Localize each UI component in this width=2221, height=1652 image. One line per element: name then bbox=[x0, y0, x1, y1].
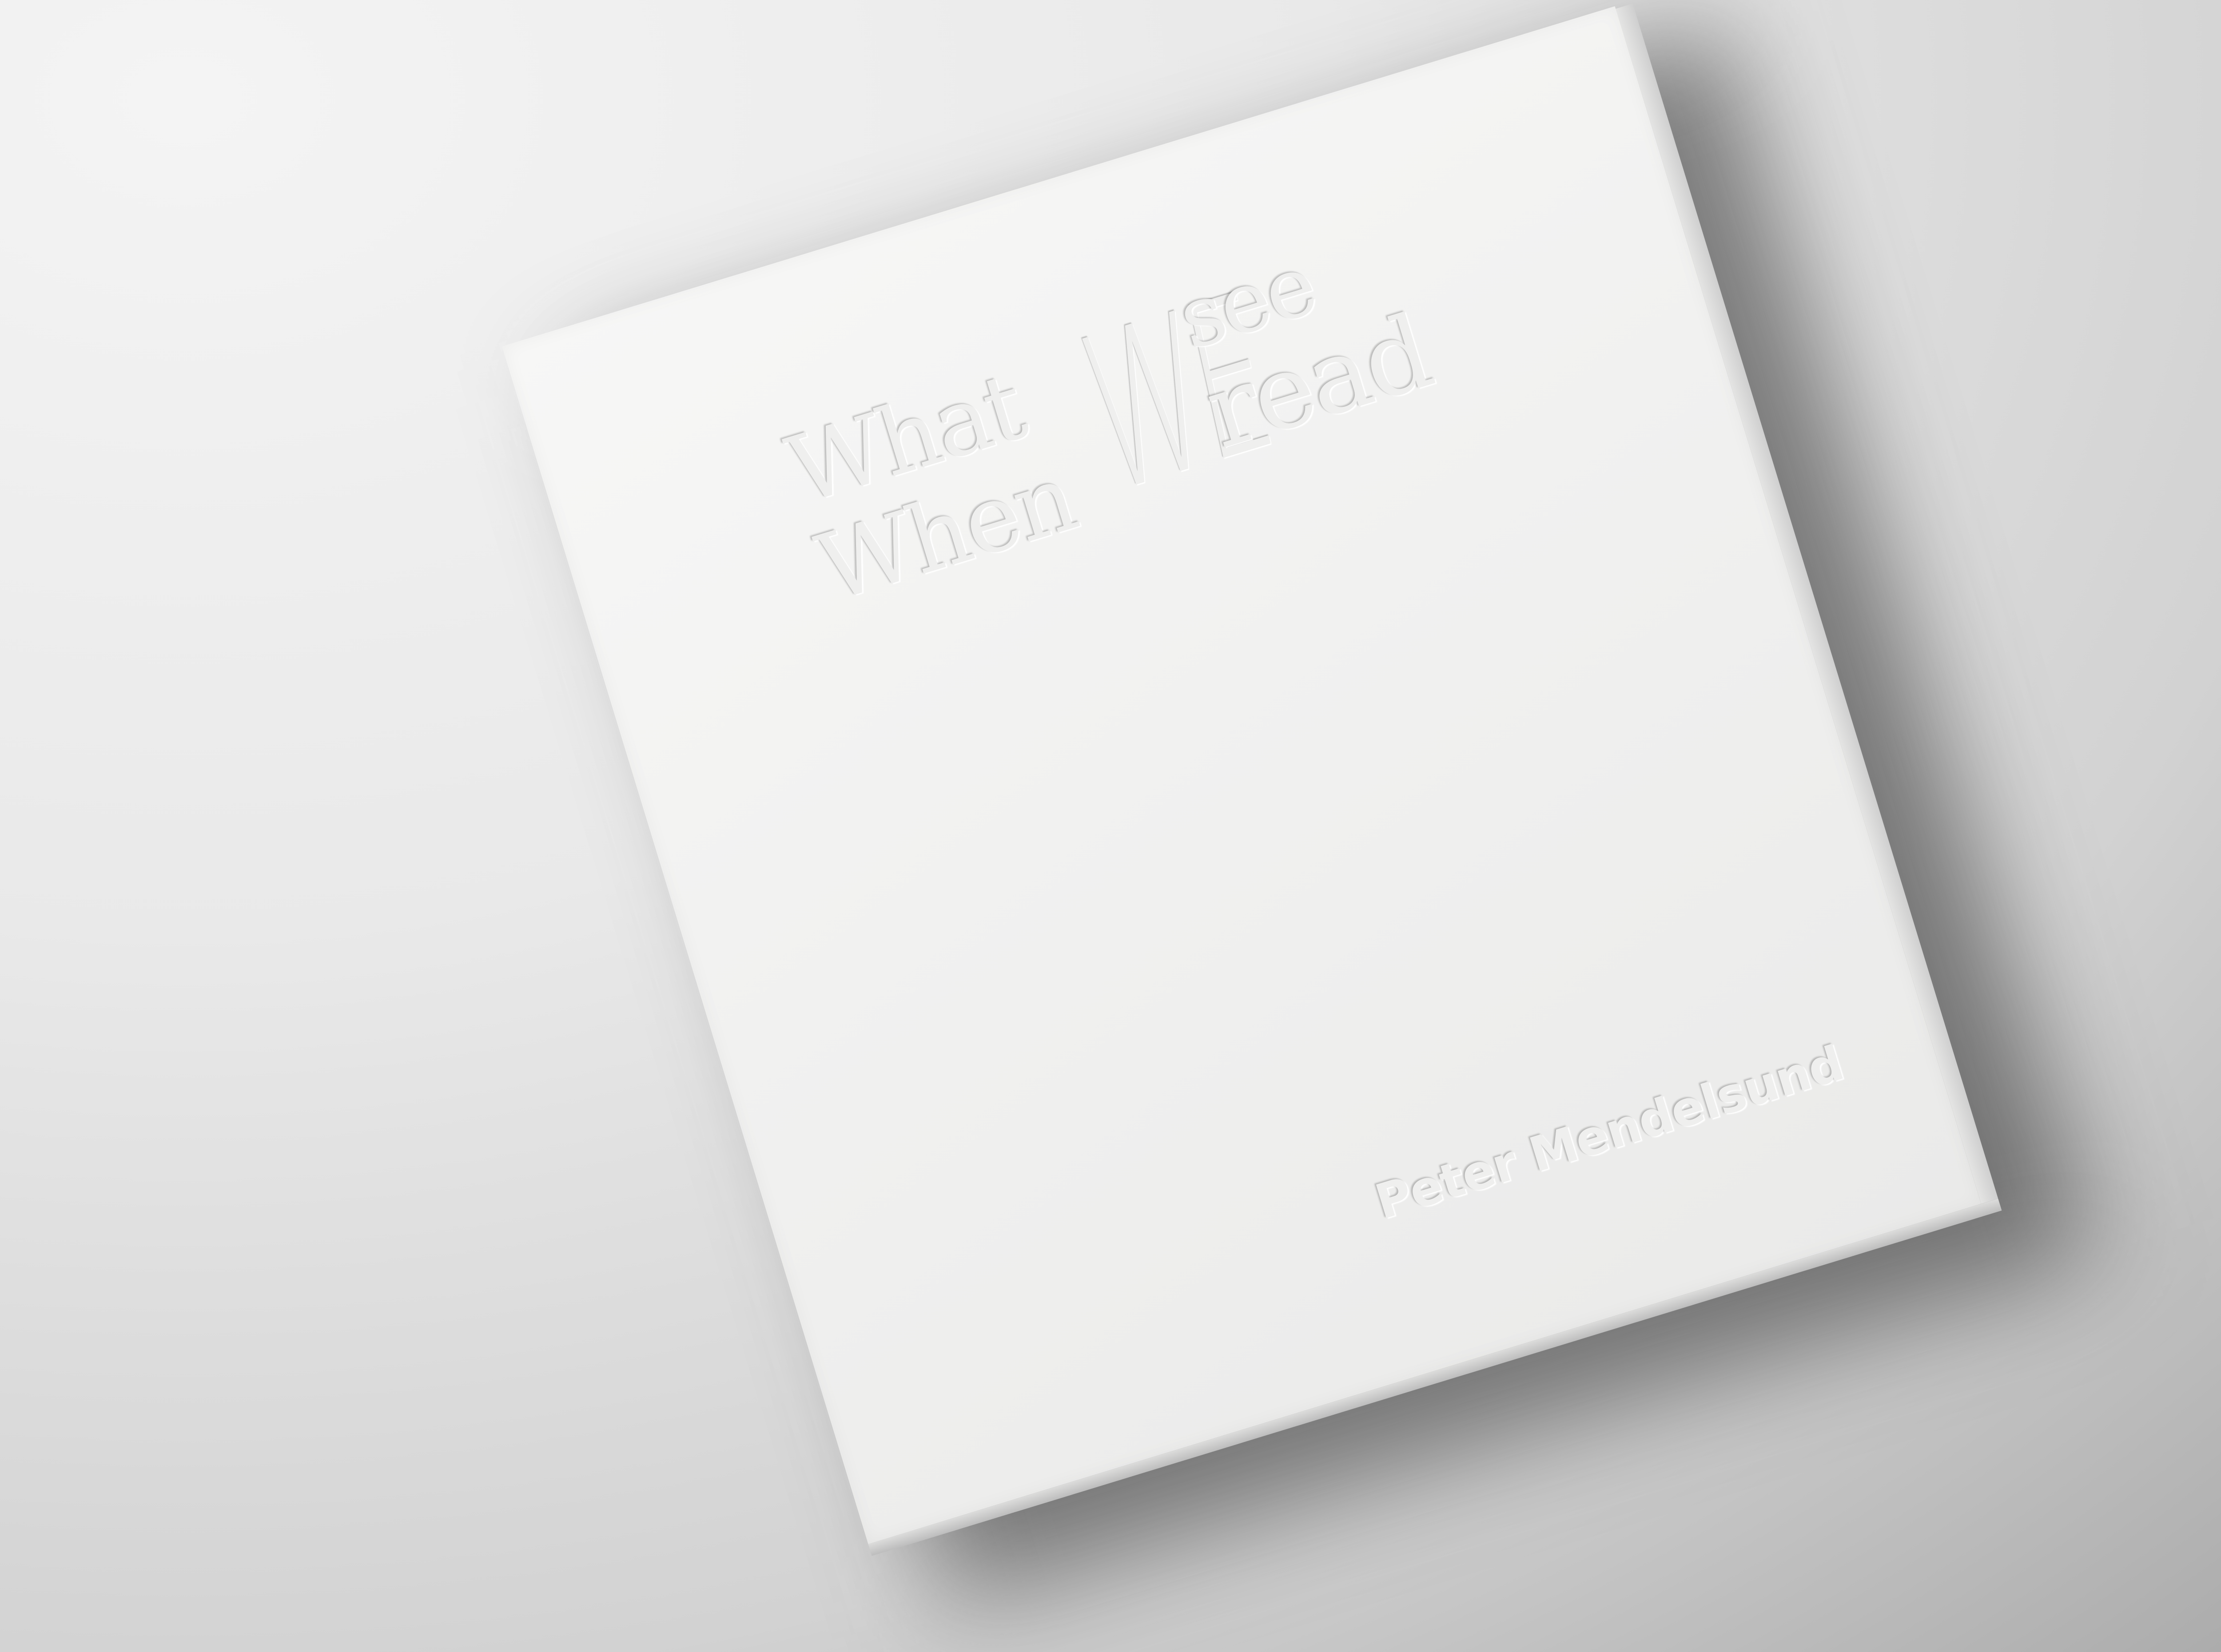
author-name: Peter Mendelsund bbox=[1369, 1035, 1850, 1231]
embossed-title: What When WE see read bbox=[762, 211, 1466, 627]
photo-scene: What When WE see read Peter Mendelsund bbox=[0, 0, 2221, 1652]
